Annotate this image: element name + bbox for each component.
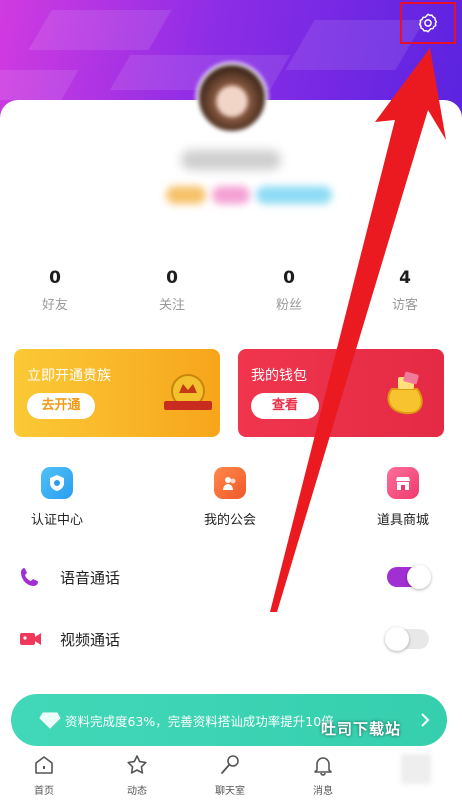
stats-row: 0 好友 0 关注 0 粉丝 4 访客 (0, 268, 462, 316)
voice-call-label: 语音通话 (60, 569, 121, 587)
video-call-toggle[interactable] (385, 627, 429, 651)
toggle-knob (407, 565, 431, 589)
tab-label: 消息 (313, 786, 333, 797)
tab-label: 首页 (34, 786, 54, 797)
avatar[interactable] (196, 62, 268, 134)
stat-label: 访客 (391, 298, 418, 313)
voice-call-row: 语音通话 (0, 557, 462, 597)
stat-value: 0 (166, 268, 178, 288)
quick-link-label: 认证中心 (30, 513, 83, 528)
quick-link-label: 道具商城 (376, 513, 429, 528)
gender-tag (212, 186, 250, 204)
phone-icon (21, 568, 38, 586)
watermark-text: 吐司下载站 (321, 720, 402, 738)
bottom-tab-bar: 首页 动态 聊天室 消息 (0, 750, 462, 802)
quick-link-guild[interactable]: 我的公会 (175, 467, 285, 528)
microphone-icon (221, 755, 239, 774)
tab-profile[interactable] (386, 754, 446, 784)
tab-label: 聊天室 (215, 786, 245, 797)
stat-fans[interactable]: 0 粉丝 (244, 268, 334, 313)
tab-home[interactable]: 首页 (14, 754, 74, 797)
voice-call-toggle[interactable] (387, 565, 431, 589)
guild-icon (223, 477, 236, 490)
nickname-placeholder (181, 150, 281, 170)
wallet-title: 我的钱包 (251, 368, 307, 384)
vip-promo-card[interactable]: 立即开通贵族 去开通 (14, 349, 220, 437)
level-tag (166, 186, 206, 204)
chevron-right-icon (421, 713, 430, 727)
bell-icon (314, 757, 332, 776)
vip-open-button[interactable]: 去开通 (27, 393, 95, 419)
wallet-card[interactable]: 我的钱包 查看 (238, 349, 444, 437)
quick-link-store[interactable]: 道具商城 (348, 467, 458, 528)
diamond-icon (39, 712, 61, 729)
tab-chatroom[interactable]: 聊天室 (200, 754, 260, 797)
quick-link-certification[interactable]: 认证中心 (2, 467, 112, 528)
video-call-row: 视频通话 (0, 619, 462, 659)
certification-icon (50, 475, 64, 491)
stat-following[interactable]: 0 关注 (127, 268, 217, 313)
profile-completion-text: 资料完成度63%，完善资料搭讪成功率提升10倍 (65, 714, 334, 729)
tab-moments[interactable]: 动态 (107, 754, 167, 797)
home-icon (35, 756, 53, 774)
star-icon (127, 755, 147, 774)
quick-link-label: 我的公会 (203, 513, 256, 528)
wallet-view-button[interactable]: 查看 (251, 393, 319, 419)
store-icon (396, 477, 410, 490)
stat-friends[interactable]: 0 好友 (10, 268, 100, 313)
tab-messages[interactable]: 消息 (293, 754, 353, 797)
crown-badge-icon (164, 374, 212, 410)
stat-value: 0 (283, 268, 295, 288)
stat-visitors[interactable]: 4 访客 (360, 268, 450, 313)
stat-label: 关注 (158, 298, 185, 313)
stat-label: 粉丝 (275, 298, 302, 313)
id-tag (256, 186, 332, 204)
toggle-knob (385, 627, 409, 651)
stat-label: 好友 (41, 298, 68, 313)
video-call-label: 视频通话 (60, 631, 121, 649)
settings-button[interactable] (400, 2, 456, 44)
stat-value: 4 (399, 268, 411, 288)
gear-icon (418, 13, 438, 33)
tab-profile-placeholder (401, 754, 431, 784)
stat-value: 0 (49, 268, 61, 288)
tab-label: 动态 (127, 786, 147, 797)
video-camera-icon (20, 633, 41, 645)
vip-promo-title: 立即开通贵族 (27, 368, 111, 384)
money-bag-icon (387, 371, 423, 415)
